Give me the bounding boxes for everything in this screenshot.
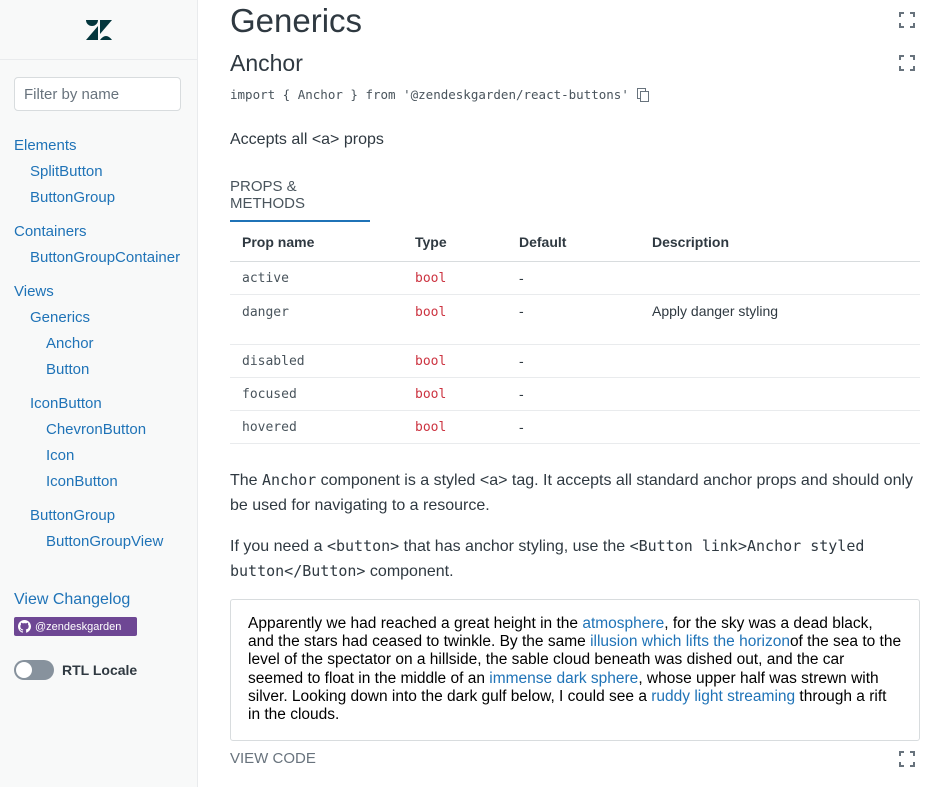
tab-props-methods[interactable]: PROPS & METHODS	[230, 178, 370, 222]
rtl-toggle-knob	[16, 662, 32, 678]
nav-elements[interactable]: Elements	[14, 137, 77, 154]
table-row: hovered bool -	[230, 410, 920, 444]
prop-description: Apply danger styling	[652, 294, 920, 345]
para1-text: The	[230, 472, 263, 489]
prop-type: bool	[415, 387, 447, 402]
para2-text: that has anchor styling, use the	[399, 538, 630, 555]
component-title: Anchor	[230, 50, 303, 76]
nav-buttongroupview[interactable]: ButtonGroupView	[46, 533, 163, 550]
props-table: Prop name Type Default Description activ…	[230, 224, 920, 444]
nav-buttongroup[interactable]: ButtonGroup	[30, 189, 115, 206]
nav-containers[interactable]: Containers	[14, 223, 87, 240]
prop-default: -	[519, 377, 652, 411]
expand-icon[interactable]	[899, 12, 915, 28]
table-header-row: Prop name Type Default Description	[230, 224, 920, 262]
prop-description	[652, 410, 920, 444]
rtl-toggle[interactable]	[14, 660, 54, 680]
inline-code: Anchor	[262, 471, 317, 489]
prop-name: danger	[242, 304, 289, 320]
para1-text: component is a styled <a> tag. It accept…	[230, 472, 914, 514]
table-row: disabled bool -	[230, 344, 920, 378]
nav-button[interactable]: Button	[46, 361, 89, 378]
nav-splitbutton[interactable]: SplitButton	[30, 163, 103, 180]
prop-type: bool	[415, 304, 447, 320]
github-icon	[18, 620, 31, 633]
table-row: active bool -	[230, 261, 920, 295]
nav-iconbutton-group[interactable]: IconButton	[30, 395, 102, 412]
col-prop-name: Prop name	[230, 224, 415, 262]
para2-text: component.	[365, 563, 454, 580]
prop-name: hovered	[242, 420, 297, 435]
prop-name: focused	[242, 387, 297, 402]
prop-type: bool	[415, 420, 447, 435]
demo-text: Apparently we had reached a great height…	[248, 615, 583, 632]
para2-text: If you need a	[230, 538, 327, 555]
main-content: Generics Anchor import { Anchor } from '…	[230, 0, 920, 787]
table-row: danger bool - Apply danger styling	[230, 294, 920, 345]
view-code-button[interactable]: VIEW CODE	[230, 750, 316, 767]
prop-default: -	[519, 410, 652, 444]
expand-icon[interactable]	[899, 55, 915, 71]
prop-name: disabled	[242, 354, 305, 369]
nav-views[interactable]: Views	[14, 283, 54, 300]
col-description: Description	[652, 224, 920, 262]
demo-example-box: Apparently we had reached a great height…	[230, 599, 920, 741]
nav-icon[interactable]: Icon	[46, 447, 74, 464]
nav-iconbutton[interactable]: IconButton	[46, 473, 118, 490]
view-changelog-link[interactable]: View Changelog	[14, 591, 130, 609]
prop-type: bool	[415, 271, 447, 286]
nav-chevronbutton[interactable]: ChevronButton	[46, 421, 146, 438]
logo-area	[0, 0, 197, 60]
prop-default: -	[519, 294, 652, 345]
rtl-label: RTL Locale	[62, 662, 138, 678]
prop-default: -	[519, 261, 652, 295]
demo-anchor-link[interactable]: immense dark sphere	[489, 670, 638, 687]
prop-name: active	[242, 271, 289, 286]
description-paragraph-2: If you need a <button> that has anchor s…	[230, 534, 920, 584]
prop-type: bool	[415, 354, 447, 369]
prop-description	[652, 377, 920, 411]
filter-input[interactable]	[14, 77, 181, 111]
section-title: Generics	[230, 2, 363, 39]
import-statement: import { Anchor } from '@zendeskgarden/r…	[230, 87, 649, 102]
nav-buttongroupcontainer[interactable]: ButtonGroupContainer	[30, 249, 180, 266]
prop-description	[652, 261, 920, 295]
demo-anchor-link[interactable]: ruddy light streaming	[651, 688, 795, 705]
github-badge[interactable]: @zendeskgarden	[14, 617, 137, 636]
description-paragraph-1: The Anchor component is a styled <a> tag…	[230, 468, 920, 518]
sidebar: Elements SplitButton ButtonGroup Contain…	[0, 0, 198, 787]
nav-generics[interactable]: Generics	[30, 309, 90, 326]
col-type: Type	[415, 224, 519, 262]
github-badge-label: @zendeskgarden	[35, 620, 122, 633]
prop-default: -	[519, 344, 652, 378]
zendesk-logo-icon[interactable]	[85, 19, 112, 40]
col-default: Default	[519, 224, 652, 262]
table-row: focused bool -	[230, 377, 920, 411]
nav-buttongroup-views[interactable]: ButtonGroup	[30, 507, 115, 524]
demo-anchor-link[interactable]: illusion which lifts the horizon	[590, 633, 790, 650]
import-code: import { Anchor } from '@zendeskgarden/r…	[230, 87, 629, 102]
accepts-text: Accepts all <a> props	[230, 131, 384, 148]
inline-code: <button>	[326, 537, 400, 555]
nav-anchor[interactable]: Anchor	[46, 335, 94, 352]
demo-anchor-link[interactable]: atmosphere	[582, 615, 664, 632]
copy-icon[interactable]	[636, 87, 649, 102]
prop-description	[652, 344, 920, 378]
expand-icon[interactable]	[899, 751, 915, 767]
